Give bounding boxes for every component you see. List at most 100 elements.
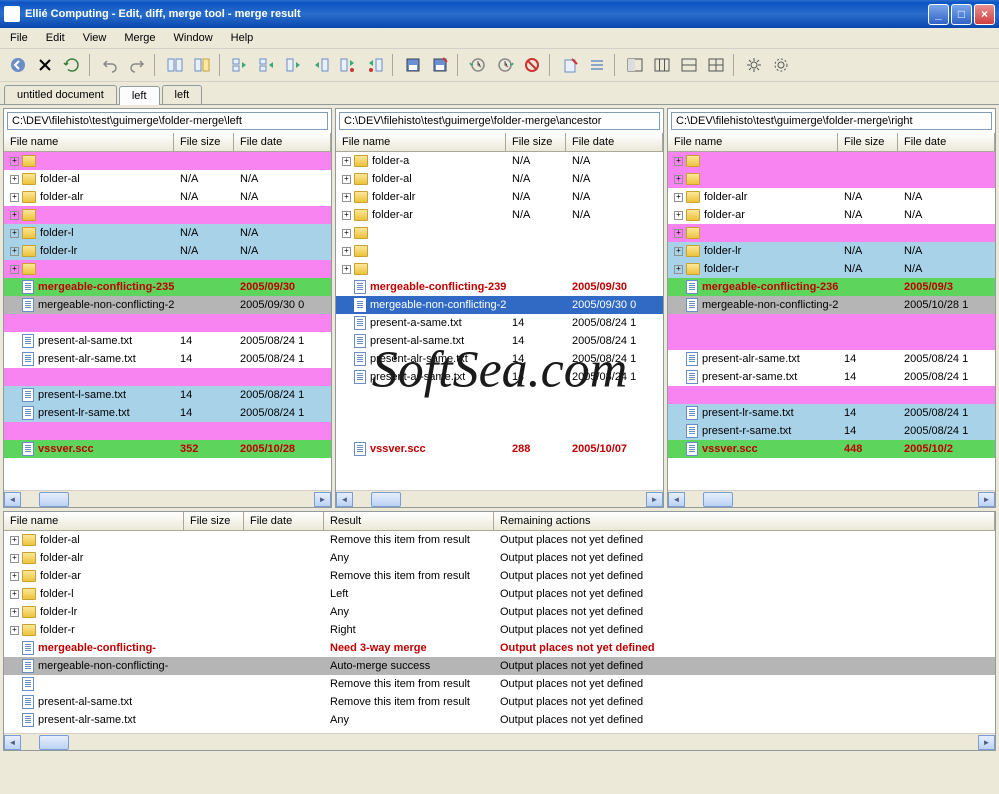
right-path[interactable]: C:\DEV\filehisto\test\guimerge\folder-me… [671, 112, 992, 130]
col-date[interactable]: File date [244, 512, 324, 530]
list-item[interactable]: present-alr-same.txt142005/08/24 1 [4, 350, 331, 368]
result-row[interactable]: present-alr-same.txtAnyOutput places not… [4, 711, 995, 729]
col-name[interactable]: File name [336, 133, 506, 151]
undo-button[interactable] [98, 53, 122, 77]
layout-button-1[interactable] [623, 53, 647, 77]
list-item[interactable]: vssver.scc4482005/10/2 [668, 440, 995, 458]
result-row[interactable]: present-al-same.txtRemove this item from… [4, 693, 995, 711]
expand-icon[interactable]: + [10, 572, 19, 581]
tab-untitled[interactable]: untitled document [4, 85, 117, 104]
settings-button-2[interactable] [769, 53, 793, 77]
ancestor-grid-body[interactable]: +folder-aN/AN/A+folder-alN/AN/A+folder-a… [336, 152, 663, 490]
right-grid-body[interactable]: +++folder-alrN/AN/A+folder-arN/AN/A++fol… [668, 152, 995, 490]
expand-icon[interactable]: + [10, 211, 19, 220]
settings-button-1[interactable] [742, 53, 766, 77]
list-item[interactable] [668, 314, 995, 332]
list-item[interactable]: present-ar-same.txt142005/08/24 1 [668, 368, 995, 386]
history-button-2[interactable] [493, 53, 517, 77]
layout-button-2[interactable] [650, 53, 674, 77]
list-item[interactable]: + [668, 224, 995, 242]
col-size[interactable]: File size [184, 512, 244, 530]
list-item[interactable]: +folder-lrN/AN/A [4, 242, 331, 260]
nav-back-button[interactable] [6, 53, 30, 77]
expand-icon[interactable]: + [10, 247, 19, 256]
menu-window[interactable]: Window [170, 31, 217, 45]
list-item[interactable]: vssver.scc3522005/10/28 [4, 440, 331, 458]
close-button[interactable]: × [974, 4, 995, 25]
redo-button[interactable] [125, 53, 149, 77]
list-item[interactable] [4, 314, 331, 332]
list-item[interactable]: +folder-alN/AN/A [4, 170, 331, 188]
menu-edit[interactable]: Edit [42, 31, 69, 45]
list-item[interactable]: present-lr-same.txt142005/08/24 1 [668, 404, 995, 422]
expand-icon[interactable]: + [342, 157, 351, 166]
layout-button-4[interactable] [704, 53, 728, 77]
right-scrollbar[interactable]: ◄► [668, 490, 995, 507]
col-result[interactable]: Result [324, 512, 494, 530]
list-item[interactable]: +folder-rN/AN/A [668, 260, 995, 278]
save-button-1[interactable] [401, 53, 425, 77]
ancestor-scrollbar[interactable]: ◄► [336, 490, 663, 507]
expand-icon[interactable]: + [674, 229, 683, 238]
save-button-2[interactable] [428, 53, 452, 77]
list-item[interactable]: + [336, 242, 663, 260]
align-button[interactable] [585, 53, 609, 77]
refresh-button[interactable] [60, 53, 84, 77]
left-grid-body[interactable]: ++folder-alN/AN/A+folder-alrN/AN/A++fold… [4, 152, 331, 490]
list-item[interactable] [4, 368, 331, 386]
col-date[interactable]: File date [898, 133, 995, 151]
list-item[interactable]: +folder-alrN/AN/A [336, 188, 663, 206]
result-row[interactable]: Remove this item from resultOutput place… [4, 675, 995, 693]
list-item[interactable]: mergeable-non-conflicting-2882005/09/30 … [4, 296, 331, 314]
diff-button-1[interactable] [228, 53, 252, 77]
menu-file[interactable]: File [6, 31, 32, 45]
expand-icon[interactable]: + [674, 157, 683, 166]
list-item[interactable]: present-a-same.txt142005/08/24 1 [336, 314, 663, 332]
minimize-button[interactable]: _ [928, 4, 949, 25]
list-item[interactable]: +folder-aN/AN/A [336, 152, 663, 170]
result-scrollbar[interactable]: ◄► [4, 733, 995, 750]
result-row[interactable]: mergeable-conflicting-Need 3-way mergeOu… [4, 639, 995, 657]
col-size[interactable]: File size [174, 133, 234, 151]
expand-icon[interactable]: + [342, 211, 351, 220]
expand-icon[interactable]: + [674, 265, 683, 274]
tab-left-2[interactable]: left [162, 85, 203, 104]
tab-left-active[interactable]: left [119, 86, 160, 105]
list-item[interactable]: present-alr-same.txt142005/08/24 1 [668, 350, 995, 368]
list-item[interactable]: +folder-alrN/AN/A [668, 188, 995, 206]
list-item[interactable]: + [4, 152, 331, 170]
expand-icon[interactable]: + [674, 175, 683, 184]
left-path[interactable]: C:\DEV\filehisto\test\guimerge\folder-me… [7, 112, 328, 130]
col-name[interactable]: File name [4, 512, 184, 530]
list-item[interactable]: present-al-same.txt142005/08/24 1 [336, 332, 663, 350]
list-item[interactable] [668, 386, 995, 404]
list-item[interactable]: + [4, 206, 331, 224]
compare-button-1[interactable] [163, 53, 187, 77]
expand-icon[interactable]: + [342, 175, 351, 184]
expand-icon[interactable]: + [342, 229, 351, 238]
expand-icon[interactable]: + [10, 193, 19, 202]
col-date[interactable]: File date [566, 133, 663, 151]
menu-merge[interactable]: Merge [120, 31, 159, 45]
list-item[interactable] [336, 386, 663, 404]
expand-icon[interactable]: + [10, 626, 19, 635]
expand-icon[interactable]: + [342, 265, 351, 274]
layout-button-3[interactable] [677, 53, 701, 77]
list-item[interactable]: + [336, 260, 663, 278]
result-row[interactable]: +folder-lLeftOutput places not yet defin… [4, 585, 995, 603]
result-row[interactable]: mergeable-non-conflicting-Auto-merge suc… [4, 657, 995, 675]
list-item[interactable]: +folder-arN/AN/A [668, 206, 995, 224]
result-row[interactable]: +folder-rRightOutput places not yet defi… [4, 621, 995, 639]
list-item[interactable]: mergeable-conflicting-2362005/09/3 [668, 278, 995, 296]
list-item[interactable] [4, 422, 331, 440]
list-item[interactable]: +folder-arN/AN/A [336, 206, 663, 224]
ancestor-path[interactable]: C:\DEV\filehisto\test\guimerge\folder-me… [339, 112, 660, 130]
diff-button-3[interactable] [282, 53, 306, 77]
expand-icon[interactable]: + [674, 211, 683, 220]
list-item[interactable]: present-lr-same.txt142005/08/24 1 [4, 404, 331, 422]
left-scrollbar[interactable]: ◄► [4, 490, 331, 507]
menu-view[interactable]: View [79, 31, 111, 45]
result-row[interactable]: +folder-arRemove this item from resultOu… [4, 567, 995, 585]
list-item[interactable]: + [4, 260, 331, 278]
block-button[interactable] [520, 53, 544, 77]
